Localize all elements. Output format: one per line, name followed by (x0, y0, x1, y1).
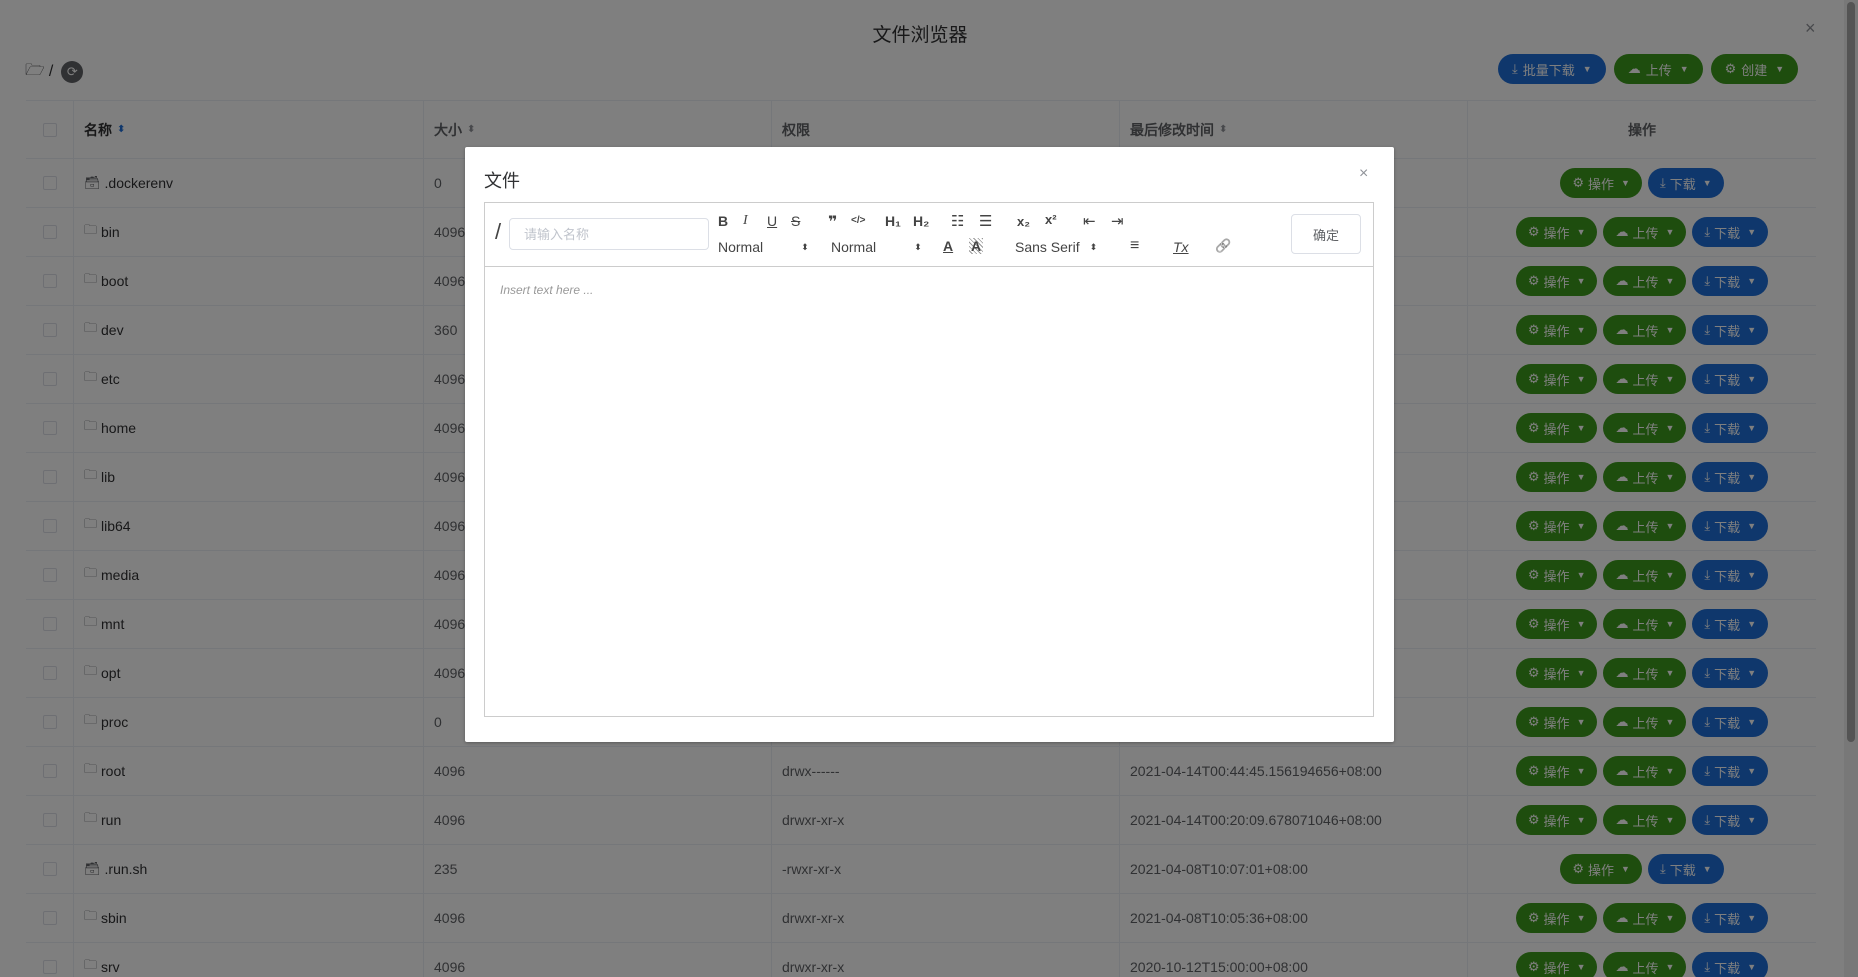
bold-icon[interactable]: B (718, 213, 728, 229)
indent-icon[interactable]: ⇥ (1111, 212, 1124, 230)
font-color-icon[interactable]: A (943, 238, 953, 254)
editor-placeholder: Insert text here ... (500, 283, 594, 297)
link-icon[interactable]: 🔗 (1215, 238, 1231, 254)
underline-icon[interactable]: U (767, 213, 777, 229)
file-name-input[interactable] (509, 218, 709, 250)
align-icon[interactable]: ≡ (1130, 237, 1139, 255)
ordered-list-icon[interactable]: ☷ (951, 212, 964, 230)
blockquote-icon[interactable]: ❞ (828, 212, 837, 232)
header-select[interactable]: Normal ⬍ (831, 239, 922, 255)
header-1-icon[interactable]: H₁ (885, 213, 901, 229)
superscript-icon[interactable]: x² (1045, 212, 1057, 227)
code-block-icon[interactable]: </> (851, 215, 865, 226)
font-family-value: Sans Serif (1015, 239, 1080, 255)
background-color-icon[interactable]: A (969, 238, 984, 254)
select-arrow-icon: ⬍ (801, 241, 809, 252)
editor-content-area[interactable]: Insert text here ... (485, 267, 1373, 716)
font-family-select[interactable]: Sans Serif ⬍ (1015, 239, 1097, 255)
confirm-button[interactable]: 确定 (1291, 214, 1361, 254)
font-size-select[interactable]: Normal ⬍ (718, 239, 809, 255)
italic-icon[interactable]: I (743, 213, 748, 229)
font-size-value: Normal (718, 239, 764, 255)
outdent-icon[interactable]: ⇤ (1083, 212, 1096, 230)
header-value: Normal (831, 239, 877, 255)
editor-toolbar: / B I U S ❞ </> H₁ H₂ ☷ ☰ x₂ x² ⇤ ⇥ Norm… (485, 203, 1373, 267)
clear-format-icon[interactable]: Tx (1173, 239, 1189, 255)
dialog-title: 文件 (484, 171, 520, 191)
bullet-list-icon[interactable]: ☰ (979, 212, 992, 230)
strikethrough-icon[interactable]: S (791, 213, 800, 229)
close-icon[interactable]: × (1359, 165, 1368, 183)
subscript-icon[interactable]: x₂ (1017, 214, 1030, 229)
header-2-icon[interactable]: H₂ (913, 213, 929, 229)
select-arrow-icon: ⬍ (914, 241, 922, 252)
path-prefix: / (495, 219, 502, 244)
rich-text-editor: / B I U S ❞ </> H₁ H₂ ☷ ☰ x₂ x² ⇤ ⇥ Norm… (484, 202, 1374, 717)
select-arrow-icon: ⬍ (1089, 241, 1098, 252)
file-editor-dialog: 文件 × / B I U S ❞ </> H₁ H₂ ☷ ☰ x₂ x² ⇤ ⇥… (465, 147, 1394, 742)
